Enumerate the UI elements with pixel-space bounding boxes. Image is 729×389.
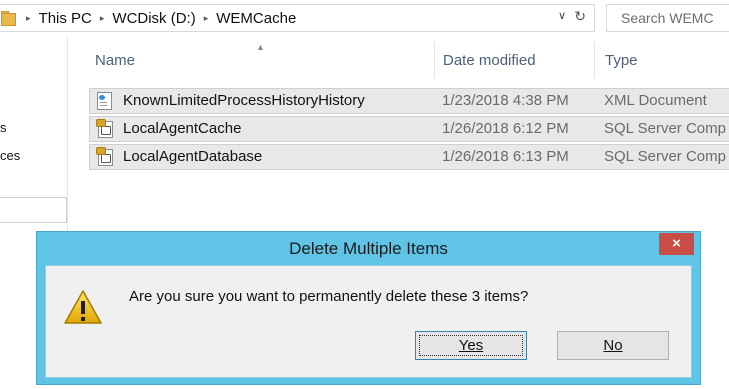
column-divider[interactable] [594,42,595,78]
nav-pane-divider [67,36,68,236]
delete-dialog: Delete Multiple Items × Are you sure you… [36,231,701,385]
folder-icon [1,11,16,26]
nav-item[interactable]: ces [0,148,20,163]
breadcrumb-wcdisk[interactable]: WCDisk (D:) [112,10,195,27]
refresh-icon[interactable]: ↻ [574,8,586,25]
no-button-label: No [603,337,623,354]
sql-compact-file-icon [96,147,113,166]
breadcrumb-separator[interactable]: ▸ [204,13,209,24]
dialog-message: Are you sure you want to permanently del… [129,288,529,305]
search-input[interactable]: Search WEMC [606,4,729,32]
breadcrumb-wemcache[interactable]: WEMCache [216,10,296,27]
file-name[interactable]: KnownLimitedProcessHistoryHistory [123,92,365,109]
warning-icon [64,290,102,324]
no-button[interactable]: No [557,331,669,360]
sql-compact-file-icon [96,119,113,138]
nav-item-selected[interactable] [0,197,67,223]
file-type: XML Document [604,92,707,109]
address-bar[interactable]: ▸ This PC ▸ WCDisk (D:) ▸ WEMCache ∨ ↻ [0,4,595,32]
column-header-date-modified[interactable]: Date modified [443,52,536,69]
dialog-title: Delete Multiple Items [289,239,448,258]
close-button[interactable]: × [659,233,694,255]
breadcrumb-separator[interactable]: ▸ [26,13,31,24]
column-header-name[interactable]: Name [95,52,135,69]
file-date: 1/26/2018 6:12 PM [442,120,569,137]
file-name[interactable]: LocalAgentCache [123,120,241,137]
focus-ring [419,335,523,356]
dialog-body: Are you sure you want to permanently del… [45,265,692,378]
breadcrumb-separator[interactable]: ▸ [100,13,105,24]
file-name[interactable]: LocalAgentDatabase [123,148,262,165]
file-type: SQL Server Comp [604,120,726,137]
column-header-type[interactable]: Type [605,52,638,69]
file-type: SQL Server Comp [604,148,726,165]
breadcrumb-this-pc[interactable]: This PC [39,10,92,27]
chevron-down-icon[interactable]: ∨ [558,9,566,22]
nav-item[interactable]: s [0,120,7,135]
yes-button[interactable]: Yes [415,331,527,360]
xml-file-icon [96,92,112,110]
file-date: 1/26/2018 6:13 PM [442,148,569,165]
sort-ascending-icon: ▲ [256,42,265,52]
file-date: 1/23/2018 4:38 PM [442,92,569,109]
column-divider[interactable] [434,42,435,78]
